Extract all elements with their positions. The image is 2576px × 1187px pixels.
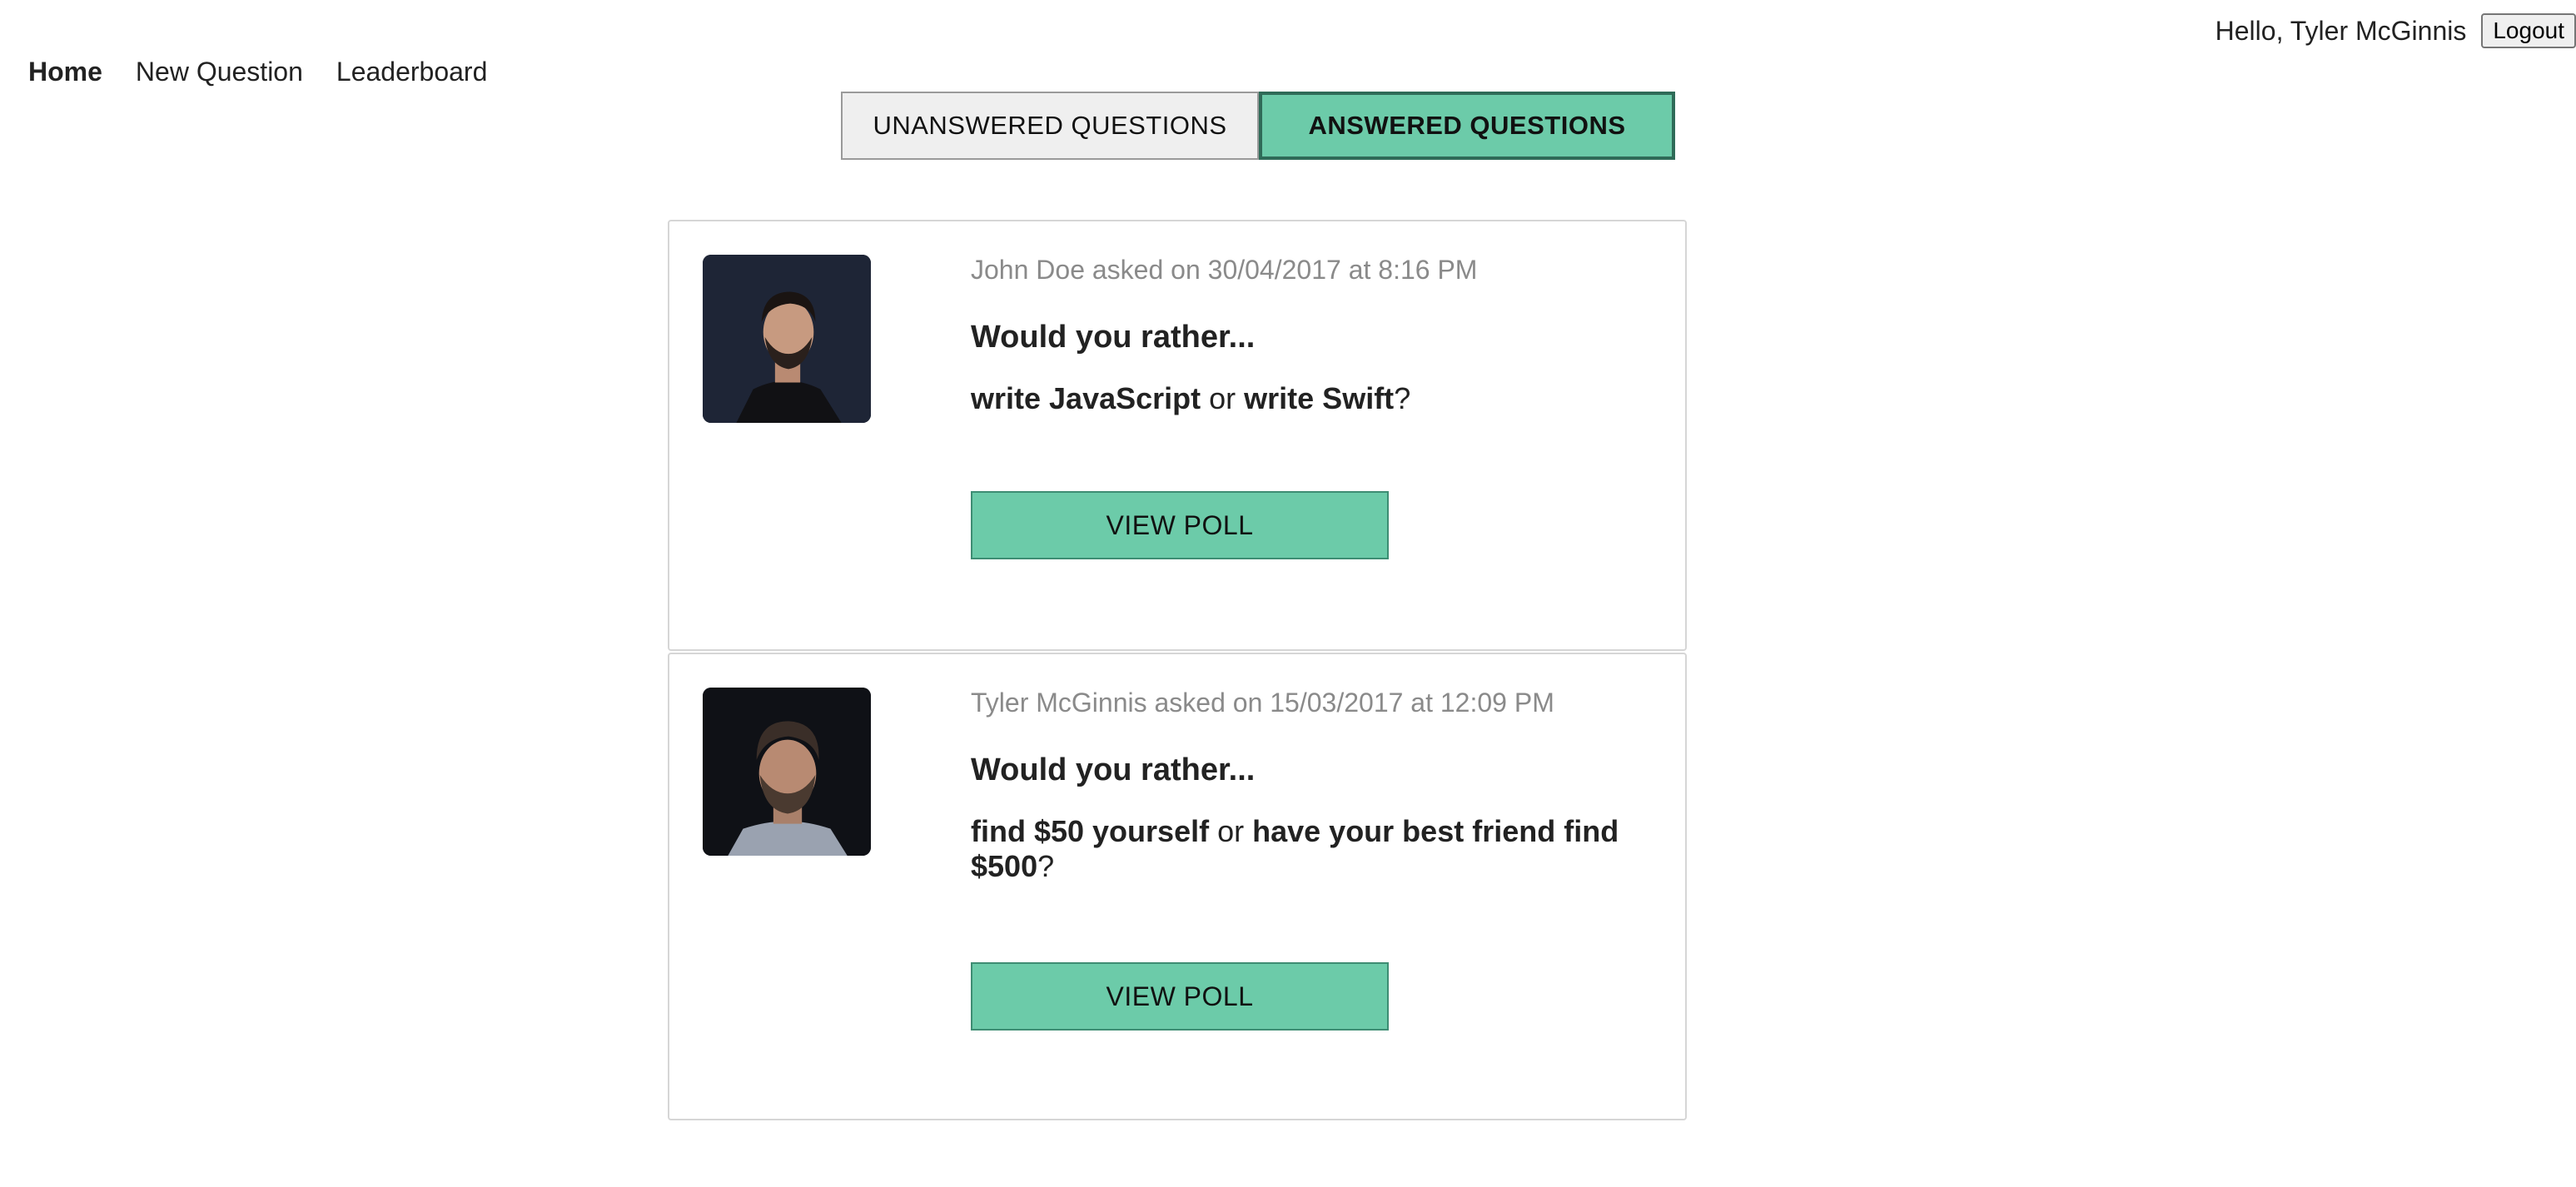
view-poll-button[interactable]: VIEW POLL (971, 962, 1389, 1031)
option-two: write Swift (1244, 381, 1395, 415)
author-avatar (703, 688, 871, 856)
question-options: find $50 yourself or have your best frie… (971, 814, 1654, 884)
logout-button[interactable]: Logout (2481, 13, 2576, 48)
question-prompt: Would you rather... (971, 752, 1256, 787)
user-avatar-tyler-mcginnis-icon (703, 688, 871, 856)
question-card: John Doe asked on 30/04/2017 at 8:16 PM … (668, 220, 1687, 651)
nav-new-question-link[interactable]: New Question (136, 57, 303, 87)
options-suffix: ? (1037, 849, 1055, 883)
option-one: find $50 yourself (971, 814, 1210, 848)
tab-unanswered-questions[interactable]: UNANSWERED QUESTIONS (841, 92, 1259, 160)
user-bar: Hello, Tyler McGinnis Logout (2215, 13, 2576, 48)
question-meta: Tyler McGinnis asked on 15/03/2017 at 12… (971, 688, 1554, 718)
question-prompt: Would you rather... (971, 320, 1256, 355)
option-one: write JavaScript (971, 381, 1201, 415)
question-content: John Doe asked on 30/04/2017 at 8:16 PM … (971, 253, 1654, 416)
options-connector: or (1209, 814, 1253, 848)
tab-answered-questions[interactable]: ANSWERED QUESTIONS (1259, 92, 1675, 160)
options-suffix: ? (1394, 381, 1411, 415)
author-avatar (703, 255, 871, 423)
view-poll-button[interactable]: VIEW POLL (971, 491, 1389, 559)
user-avatar-john-doe-icon (703, 255, 871, 423)
question-card: Tyler McGinnis asked on 15/03/2017 at 12… (668, 653, 1687, 1120)
question-tabs: UNANSWERED QUESTIONS ANSWERED QUESTIONS (841, 92, 1675, 160)
nav-home-link[interactable]: Home (28, 57, 102, 87)
question-content: Tyler McGinnis asked on 15/03/2017 at 12… (971, 686, 1654, 884)
question-options: write JavaScript or write Swift? (971, 381, 1654, 416)
question-meta: John Doe asked on 30/04/2017 at 8:16 PM (971, 255, 1478, 285)
main-nav: Home New Question Leaderboard (28, 57, 487, 87)
question-list: John Doe asked on 30/04/2017 at 8:16 PM … (668, 220, 1687, 1120)
nav-leaderboard-link[interactable]: Leaderboard (336, 57, 487, 87)
user-greeting: Hello, Tyler McGinnis (2215, 15, 2467, 46)
options-connector: or (1201, 381, 1245, 415)
